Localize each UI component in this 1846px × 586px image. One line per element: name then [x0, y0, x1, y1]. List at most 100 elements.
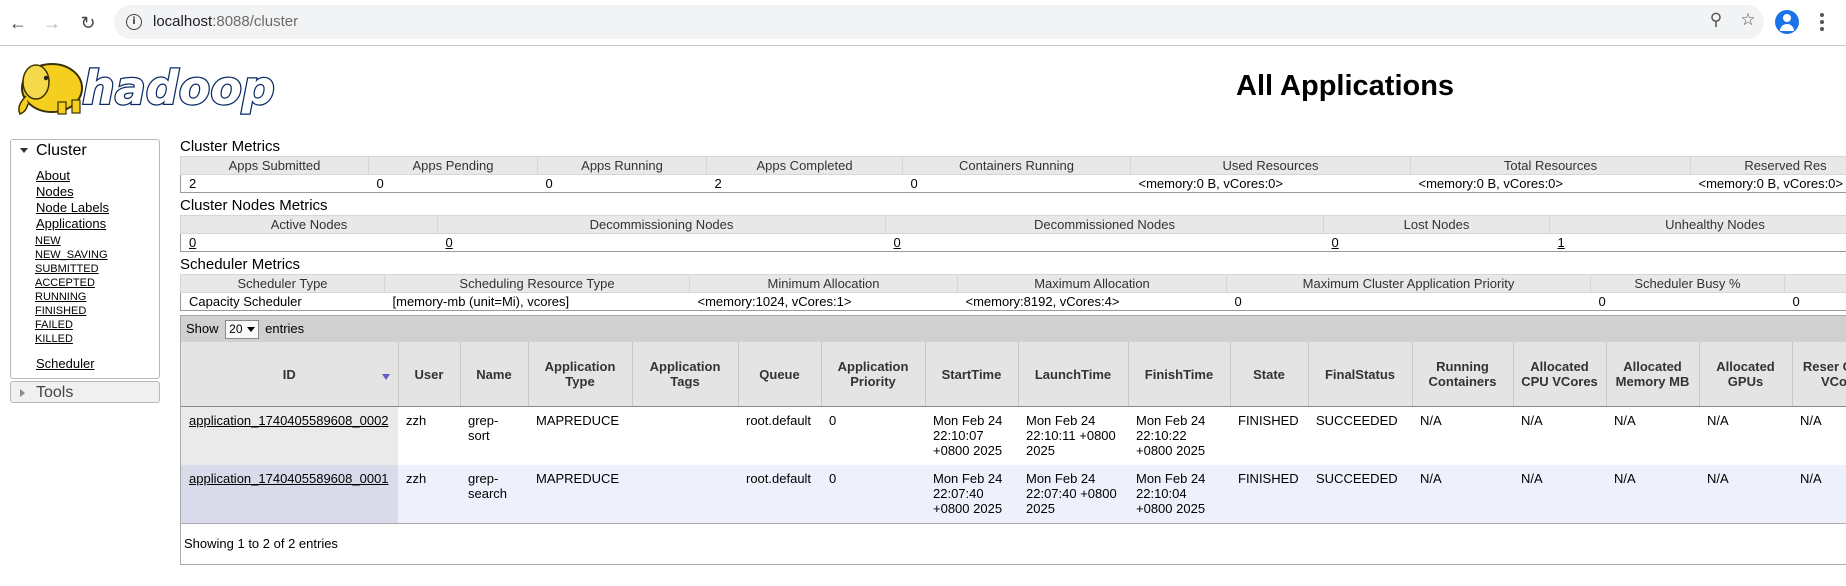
sidebar-link-applications[interactable]: Applications	[36, 216, 106, 231]
table-cell-allocated-memory: N/A	[1606, 465, 1699, 523]
zoom-icon[interactable]: ⚲	[1704, 8, 1728, 32]
decommissioning-nodes-link[interactable]: 0	[446, 235, 453, 250]
column-header-allocated-memory-mb[interactable]: Allocated Memory MB	[1606, 342, 1700, 407]
used-resources-value: <memory:0 B, vCores:0>	[1130, 174, 1411, 193]
table-cell-priority: 0	[821, 465, 925, 523]
metric-header: Scheduler Busy %	[1590, 274, 1785, 293]
column-header-reserved-cpu-vcores[interactable]: Reser CPU VCor	[1792, 342, 1846, 407]
tools-panel-header[interactable]: Tools	[11, 382, 159, 404]
table-cell-final-status: SUCCEEDED	[1308, 465, 1412, 523]
maximum-allocation-value: <memory:8192, vCores:4>	[957, 292, 1227, 311]
app-state-new[interactable]: NEW	[35, 235, 61, 247]
column-header-start-time[interactable]: StartTime	[925, 342, 1019, 407]
metric-header: Used Resources	[1130, 156, 1411, 175]
column-header-state[interactable]: State	[1230, 342, 1309, 407]
chevron-down-icon	[246, 327, 255, 333]
tools-panel[interactable]: Tools	[10, 381, 160, 403]
cluster-label: Cluster	[36, 142, 87, 159]
application-id-link[interactable]: application_1740405589608_0001	[189, 471, 389, 486]
site-info-icon[interactable]: i	[126, 14, 142, 30]
table-cell-finish-time: Mon Feb 24 22:10:22 +0800 2025	[1128, 406, 1230, 465]
profile-avatar-icon[interactable]	[1775, 10, 1799, 34]
table-cell-running-containers: N/A	[1412, 406, 1513, 465]
sidebar-link-nodes[interactable]: Nodes	[36, 184, 74, 199]
column-header-launch-time[interactable]: LaunchTime	[1018, 342, 1129, 407]
column-header-allocated-gpus[interactable]: Allocated GPUs	[1699, 342, 1793, 407]
minimum-allocation-value: <memory:1024, vCores:1>	[689, 292, 958, 311]
metric-header: Maximum Allocation	[957, 274, 1227, 293]
node-metrics-title: Cluster Nodes Metrics	[180, 197, 328, 214]
column-header-user[interactable]: User	[398, 342, 461, 407]
column-header-application-tags[interactable]: Application Tags	[632, 342, 739, 407]
app-state-new-saving[interactable]: NEW_SAVING	[35, 249, 108, 261]
forward-arrow-icon[interactable]: →	[40, 11, 64, 35]
sort-desc-icon	[381, 374, 390, 380]
app-state-finished[interactable]: FINISHED	[35, 305, 86, 317]
reload-icon[interactable]: ↻	[76, 11, 100, 35]
table-cell-name: grep-search	[460, 465, 528, 523]
unhealthy-nodes-link[interactable]: 1	[1558, 235, 1565, 250]
browser-toolbar: ← → ↻ i localhost:8088/cluster ⚲ ☆	[0, 0, 1846, 46]
lost-nodes-link[interactable]: 0	[1332, 235, 1339, 250]
table-cell-state: FINISHED	[1230, 465, 1308, 523]
scheduler-metrics-table: Scheduler Type Scheduling Resource Type …	[180, 274, 1846, 311]
table-cell-running-containers: N/A	[1412, 465, 1513, 523]
table-cell-type: MAPREDUCE	[528, 406, 632, 465]
page-size-select[interactable]: 20	[225, 320, 259, 340]
column-header-queue[interactable]: Queue	[738, 342, 822, 407]
table-cell-reserved-cpu: N/A	[1792, 465, 1846, 523]
sidebar-link-scheduler[interactable]: Scheduler	[36, 356, 95, 371]
metric-header: Apps Completed	[706, 156, 903, 175]
app-state-submitted[interactable]: SUBMITTED	[35, 263, 99, 275]
apps-pending-value: 0	[368, 174, 538, 193]
url-text[interactable]: localhost:8088/cluster	[153, 13, 298, 30]
reserved-resources-value: <memory:0 B, vCores:0>	[1690, 174, 1846, 193]
column-header-id[interactable]: ID	[181, 342, 399, 407]
node-metrics-table: Active Nodes Decommissioning Nodes Decom…	[180, 215, 1846, 252]
bookmark-star-icon[interactable]: ☆	[1736, 8, 1760, 32]
sidebar-link-node-labels[interactable]: Node Labels	[36, 200, 109, 215]
active-nodes-link[interactable]: 0	[189, 235, 196, 250]
elephant-icon	[18, 63, 83, 115]
column-header-finish-time[interactable]: FinishTime	[1128, 342, 1231, 407]
metric-header: Scheduler Type	[180, 274, 385, 293]
table-cell-allocated-cpu: N/A	[1513, 465, 1606, 523]
app-state-killed[interactable]: KILLED	[35, 333, 73, 345]
table-cell-allocated-gpus: N/A	[1699, 465, 1792, 523]
metric-header: Apps Submitted	[180, 156, 369, 175]
table-cell-start-time: Mon Feb 24 22:07:40 +0800 2025	[925, 465, 1018, 523]
back-arrow-icon[interactable]: ←	[6, 11, 30, 35]
table-row: application_1740405589608_0001 zzh grep-…	[181, 465, 1846, 523]
app-state-failed[interactable]: FAILED	[35, 319, 73, 331]
page-size-value: 20	[229, 322, 243, 337]
entries-label: entries	[265, 321, 305, 336]
app-state-accepted[interactable]: ACCEPTED	[35, 277, 95, 289]
table-info-footer: Showing 1 to 2 of 2 entries	[181, 523, 1846, 564]
metric-header: Containers Running	[902, 156, 1131, 175]
column-header-name[interactable]: Name	[460, 342, 529, 407]
column-header-allocated-cpu-vcores[interactable]: Allocated CPU VCores	[1513, 342, 1607, 407]
table-cell-final-status: SUCCEEDED	[1308, 406, 1412, 465]
applications-table: ID User Name Application Type Applicatio…	[181, 342, 1846, 523]
column-header-running-containers[interactable]: Running Containers	[1412, 342, 1514, 407]
browser-menu-icon[interactable]	[1820, 13, 1824, 33]
table-cell-allocated-gpus: N/A	[1699, 406, 1792, 465]
column-header-application-priority[interactable]: Application Priority	[821, 342, 926, 407]
table-cell-start-time: Mon Feb 24 22:10:07 +0800 2025	[925, 406, 1018, 465]
column-header-final-status[interactable]: FinalStatus	[1308, 342, 1413, 407]
address-bar[interactable]: i localhost:8088/cluster ⚲ ☆	[114, 5, 1764, 39]
table-cell-tags	[632, 406, 738, 465]
scheduling-resource-type-value: [memory-mb (unit=Mi), vcores]	[384, 292, 690, 311]
sidebar-link-about[interactable]: About	[36, 168, 70, 183]
column-header-application-type[interactable]: Application Type	[528, 342, 633, 407]
app-state-running[interactable]: RUNNING	[35, 291, 86, 303]
cluster-panel-header[interactable]: Cluster	[11, 140, 159, 162]
metric-header: Scheduling Resource Type	[384, 274, 690, 293]
url-host: localhost	[153, 13, 213, 30]
entries-control: Show 20 entries	[181, 316, 1846, 342]
table-cell-finish-time: Mon Feb 24 22:10:04 +0800 2025	[1128, 465, 1230, 523]
application-id-link[interactable]: application_1740405589608_0002	[189, 413, 389, 428]
page-title: All Applications	[1236, 70, 1455, 102]
hadoop-logo[interactable]: hadoop	[12, 52, 282, 120]
decommissioned-nodes-link[interactable]: 0	[894, 235, 901, 250]
